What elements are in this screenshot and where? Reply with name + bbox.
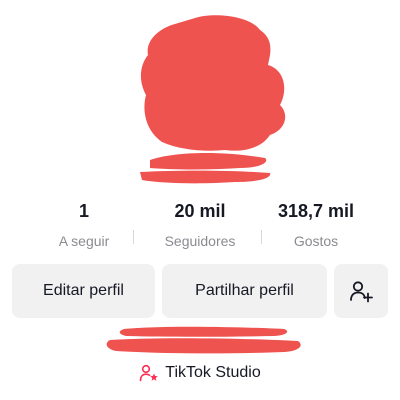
tiktok-studio-label: TikTok Studio	[165, 364, 261, 381]
redacted-bio	[106, 326, 301, 354]
tiktok-studio-link[interactable]: TikTok Studio	[0, 360, 400, 386]
profile-stats: 1 A seguir 20 mil Seguidores 318,7 mil G…	[0, 200, 400, 256]
stat-divider	[133, 230, 134, 244]
edit-profile-button[interactable]: Editar perfil	[12, 264, 155, 318]
stat-label: Seguidores	[164, 233, 236, 249]
stat-following[interactable]: 1 A seguir	[44, 200, 124, 250]
share-profile-button[interactable]: Partilhar perfil	[162, 264, 327, 318]
stat-value: 318,7 mil	[277, 201, 355, 221]
profile-header: 1 A seguir 20 mil Seguidores 318,7 mil G…	[0, 0, 400, 400]
stat-likes[interactable]: 318,7 mil Gostos	[266, 200, 366, 250]
stat-label: Gostos	[293, 233, 339, 249]
stat-value: 20 mil	[174, 201, 226, 221]
tiktok-studio-icon	[139, 364, 159, 382]
stat-divider	[261, 230, 262, 244]
redacted-avatar	[140, 15, 286, 184]
stat-followers[interactable]: 20 mil Seguidores	[150, 200, 250, 250]
add-friend-button[interactable]	[334, 264, 388, 318]
add-friend-icon	[350, 281, 373, 303]
stat-value: 1	[78, 201, 89, 221]
stat-label: A seguir	[58, 233, 110, 249]
